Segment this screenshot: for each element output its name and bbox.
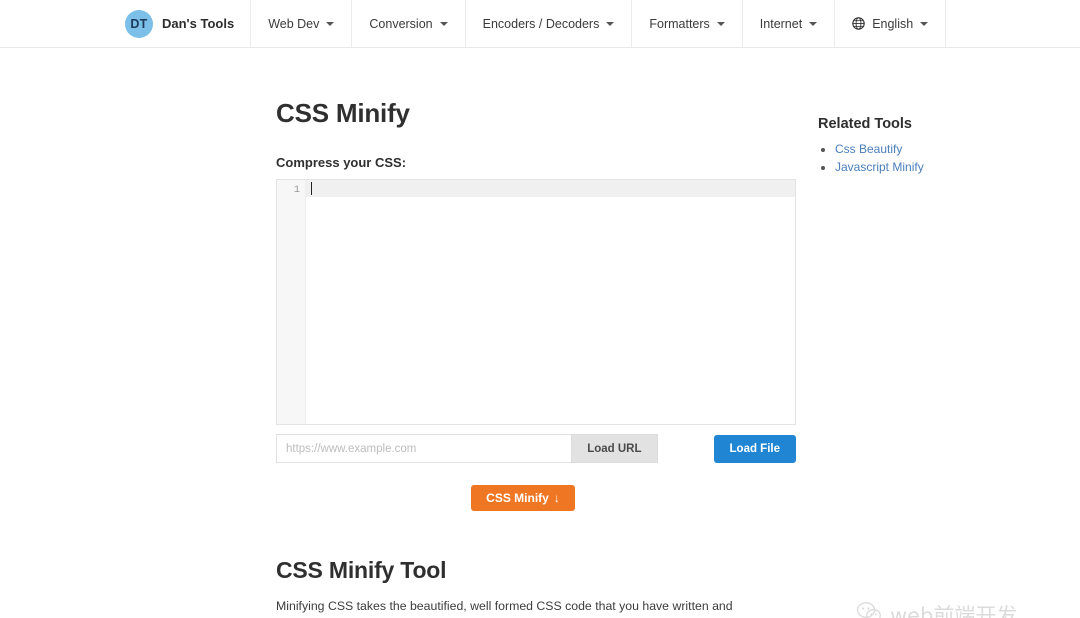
nav-item-encoders-decoders[interactable]: Encoders / Decoders <box>466 0 633 47</box>
chevron-down-icon <box>920 21 929 26</box>
chevron-down-icon <box>439 21 448 26</box>
article-title: CSS Minify Tool <box>276 557 447 583</box>
main-content-column: CSS Minify Compress your CSS: 1 Load URL… <box>276 48 796 618</box>
line-number: 1 <box>293 184 300 196</box>
related-link-css-beautify[interactable]: Css Beautify <box>835 142 902 156</box>
language-label: English <box>872 16 914 31</box>
page-body: CSS Minify Compress your CSS: 1 Load URL… <box>0 48 1080 618</box>
top-navigation-bar: DT Dan's Tools Web Dev Conversion Encode… <box>0 0 1080 48</box>
nav-item-label: Web Dev <box>268 16 320 31</box>
css-minify-button-label: CSS Minify <box>486 491 549 505</box>
nav-item-label: Conversion <box>369 16 433 31</box>
editor-line-number-gutter: 1 <box>277 180 306 424</box>
wechat-logo-icon <box>856 601 882 618</box>
watermark-text: web前端开发 <box>890 604 1018 618</box>
css-code-editor[interactable]: 1 <box>276 179 796 425</box>
list-item: Javascript Minify <box>835 158 1038 176</box>
active-line-highlight <box>306 180 795 197</box>
nav-item-formatters[interactable]: Formatters <box>632 0 743 47</box>
list-item: Css Beautify <box>835 140 1038 158</box>
editor-text-area[interactable] <box>306 180 795 424</box>
brand-logo-link[interactable]: DT Dan's Tools <box>125 0 252 47</box>
download-arrow-icon: ↓ <box>553 491 560 505</box>
chevron-down-icon <box>809 21 818 26</box>
related-tools-list: Css Beautify Javascript Minify <box>818 140 1038 176</box>
chevron-down-icon <box>716 21 725 26</box>
load-url-button[interactable]: Load URL <box>571 434 658 463</box>
dt-logo-icon: DT <box>125 9 153 38</box>
css-minify-button[interactable]: CSS Minify ↓ <box>471 485 575 511</box>
chevron-down-icon <box>606 21 615 26</box>
watermark-overlay: web前端开发 <box>856 600 1017 618</box>
brand-name: Dan's Tools <box>162 16 235 31</box>
globe-icon <box>852 17 865 30</box>
nav-item-web-dev[interactable]: Web Dev <box>251 0 353 47</box>
related-tools-title: Related Tools <box>818 116 912 132</box>
nav-item-label: Encoders / Decoders <box>482 16 600 31</box>
load-file-button[interactable]: Load File <box>713 434 796 463</box>
related-link-javascript-minify[interactable]: Javascript Minify <box>835 160 924 174</box>
article-paragraph: Minifying CSS takes the beautified, well… <box>276 599 733 613</box>
nav-item-conversion[interactable]: Conversion <box>352 0 466 47</box>
page-title: CSS Minify <box>276 98 410 128</box>
related-tools-sidebar: Related Tools Css Beautify Javascript Mi… <box>818 116 1038 176</box>
compress-field-label: Compress your CSS: <box>276 155 407 170</box>
nav-item-language[interactable]: English <box>835 0 947 47</box>
primary-action-row: CSS Minify ↓ <box>276 485 796 511</box>
nav-item-label: Internet <box>759 16 803 31</box>
url-loader-row: Load URL Load File <box>276 434 796 463</box>
nav-item-internet[interactable]: Internet <box>743 0 836 47</box>
chevron-down-icon <box>326 21 335 26</box>
url-input-group: Load URL <box>276 434 658 463</box>
nav-item-label: Formatters <box>649 16 710 31</box>
text-cursor <box>311 182 312 195</box>
url-input[interactable] <box>276 434 572 463</box>
